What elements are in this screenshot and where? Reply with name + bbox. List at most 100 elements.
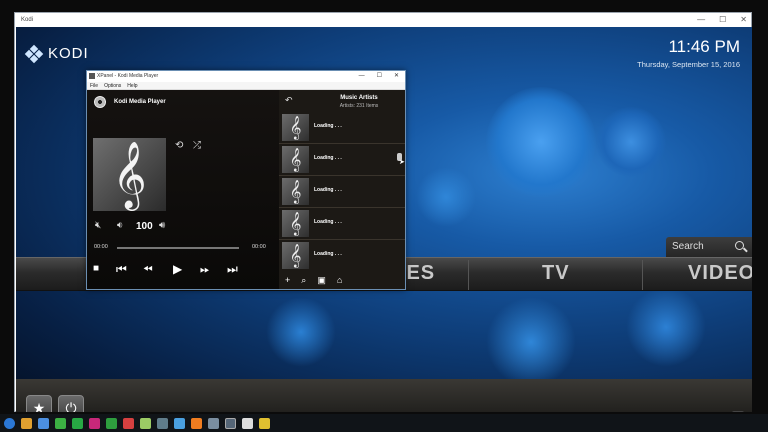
back-arrow-icon[interactable]: ↶ — [285, 95, 293, 106]
library-header: ↶ Music Artists Artists: 231 Items — [279, 90, 405, 112]
search-icon[interactable]: ⌕ — [301, 275, 306, 286]
artist-label: Loading . . . — [314, 123, 342, 129]
window-titlebar: Kodi — ☐ ✕ — [15, 13, 751, 27]
minimize-button[interactable]: — — [697, 13, 705, 27]
taskbar-app-icon[interactable] — [123, 417, 134, 429]
search-label: Search — [672, 241, 704, 252]
menu-help[interactable]: Help — [127, 82, 137, 89]
volume-down-icon[interactable]: 🔉︎ — [117, 220, 123, 231]
power-icon: ⏻ — [65, 399, 77, 413]
menu-file[interactable]: File — [90, 82, 98, 89]
add-icon[interactable]: + — [285, 275, 290, 285]
artist-label: Loading . . . — [314, 219, 342, 225]
bokeh-light — [486, 87, 596, 197]
kodi-logo-text: KODI — [48, 45, 89, 62]
power-button[interactable]: ⏻ — [58, 395, 84, 412]
menu-options[interactable]: Options — [104, 82, 121, 89]
bokeh-light — [626, 287, 706, 367]
window-controls: — ☐ ✕ — [697, 13, 747, 27]
xpanel-title: XPanel - Kodi Media Player — [97, 73, 159, 79]
close-button[interactable]: ✕ — [740, 13, 747, 27]
taskbar-app-icon[interactable] — [174, 417, 185, 429]
search-button[interactable]: Search — [666, 237, 752, 257]
clock-date: Thursday, September 15, 2016 — [637, 60, 740, 69]
list-item[interactable]: 𝄞 Loading . . . — [279, 144, 405, 176]
artist-label: Loading . . . — [314, 187, 342, 193]
mute-icon[interactable]: 🔇︎ — [95, 220, 101, 231]
album-art: 𝄞 — [93, 138, 166, 211]
list-item[interactable]: 𝄞 Loading . . . — [279, 112, 405, 144]
clock: 11:46 PM Thursday, September 15, 2016 — [637, 37, 740, 69]
artist-label: Loading . . . — [314, 251, 342, 257]
volume-up-icon[interactable]: 🔊︎ — [159, 220, 165, 231]
maximize-button[interactable]: ☐ — [719, 13, 726, 27]
home-icon[interactable]: ⌂ — [337, 275, 342, 285]
taskbar-app-icon[interactable] — [55, 417, 66, 429]
search-icon — [735, 241, 744, 250]
disc-icon — [94, 96, 106, 108]
taskbar-app-icon[interactable] — [106, 417, 117, 429]
taskbar — [0, 414, 768, 432]
artist-thumbnail: 𝄞 — [282, 210, 309, 237]
shuffle-icon[interactable]: ⤮ — [193, 140, 201, 151]
player-pane: Kodi Media Player 𝄞 ⟲ ⤮ 🔇︎ 🔉︎ 100 🔊︎ 00:… — [87, 90, 279, 289]
list-item[interactable]: 𝄞 Loading . . . — [279, 208, 405, 240]
taskbar-app-icon[interactable] — [259, 417, 270, 429]
library-pane: ↶ Music Artists Artists: 231 Items 𝄞 Loa… — [279, 90, 405, 289]
xpanel-menubar: File Options Help — [87, 82, 405, 90]
taskbar-app-icon[interactable] — [242, 417, 253, 429]
bokeh-light — [596, 107, 666, 177]
list-item[interactable]: 𝄞 Loading . . . — [279, 176, 405, 208]
start-icon[interactable] — [4, 417, 15, 429]
star-icon: ★ — [32, 399, 46, 413]
now-playing-icon[interactable]: ▣ — [317, 275, 326, 286]
bokeh-light — [416, 167, 476, 227]
rewind-button[interactable]: ⏪︎ — [143, 262, 153, 277]
list-item[interactable]: 𝄞 Loading . . . — [279, 240, 405, 272]
clock-time: 11:46 PM — [668, 37, 740, 56]
library-subtitle: Artists: 231 Items — [339, 103, 379, 109]
taskbar-app-icon[interactable] — [140, 417, 151, 429]
library-title: Music Artists — [340, 95, 378, 101]
menu-item-tv[interactable]: TV — [542, 262, 570, 285]
library-toolbar: + ⌕ ▣ ⌂ — [279, 271, 405, 289]
rss-icon[interactable]: ⌇ — [732, 411, 744, 412]
taskbar-app-icon[interactable] — [191, 417, 202, 429]
kodi-logo-icon — [24, 44, 44, 63]
next-button[interactable]: ⏭︎ — [227, 262, 238, 277]
taskbar-app-icon[interactable] — [89, 417, 100, 429]
volume-value: 100 — [136, 221, 153, 232]
repeat-icon[interactable]: ⟲ — [175, 140, 183, 151]
xpanel-minimize-button[interactable]: — — [359, 71, 365, 82]
xpanel-titlebar: XPanel - Kodi Media Player — ☐ ✕ — [87, 71, 405, 82]
bokeh-light — [266, 297, 336, 367]
music-note-icon: 𝄞 — [112, 140, 147, 208]
bokeh-light — [486, 297, 576, 387]
taskbar-app-icon[interactable] — [21, 417, 32, 429]
fast-forward-button[interactable]: ⏩︎ — [200, 262, 210, 277]
player-name: Kodi Media Player — [114, 99, 166, 105]
artist-thumbnail: 𝄞 — [282, 114, 309, 141]
xpanel-maximize-button[interactable]: ☐ — [377, 71, 382, 82]
artist-thumbnail: 𝄞 — [282, 146, 309, 173]
kodi-logo: KODI — [24, 44, 89, 63]
xpanel-window: XPanel - Kodi Media Player — ☐ ✕ File Op… — [86, 70, 406, 290]
taskbar-app-icon[interactable] — [157, 417, 168, 429]
taskbar-app-icon[interactable] — [225, 417, 236, 429]
xpanel-close-button[interactable]: ✕ — [394, 71, 399, 82]
xpanel-window-controls: — ☐ ✕ — [359, 71, 399, 82]
taskbar-app-icon[interactable] — [208, 417, 219, 429]
play-button[interactable]: ▶ — [173, 262, 182, 276]
artist-thumbnail: 𝄞 — [282, 242, 309, 269]
previous-button[interactable]: ⏮︎ — [116, 262, 127, 277]
menu-item-videos[interactable]: VIDEO — [688, 262, 752, 285]
duration-time: 00:00 — [252, 244, 266, 250]
window-title: Kodi — [21, 17, 34, 23]
stop-button[interactable]: ■ — [93, 263, 99, 274]
seek-bar[interactable] — [117, 247, 239, 249]
mouse-cursor-icon: ➤ — [399, 159, 405, 166]
taskbar-app-icon[interactable] — [38, 417, 49, 429]
taskbar-app-icon[interactable] — [72, 417, 83, 429]
elapsed-time: 00:00 — [94, 244, 108, 250]
favourites-button[interactable]: ★ — [26, 395, 52, 412]
